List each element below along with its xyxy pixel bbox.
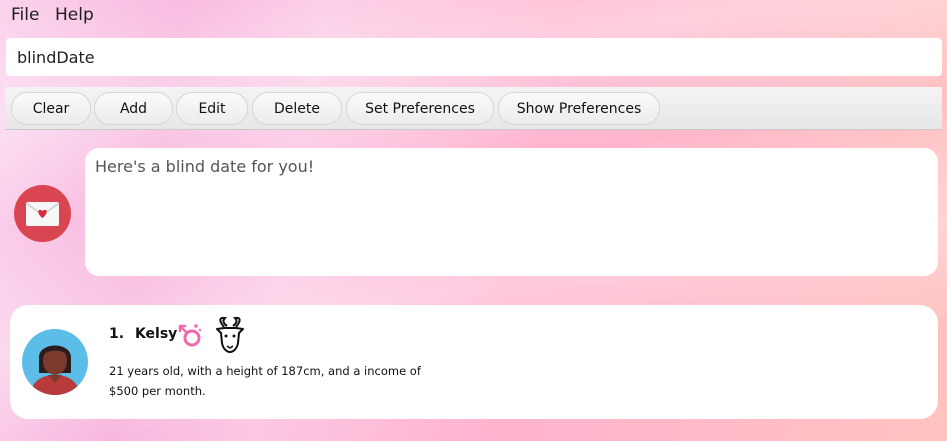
show-preferences-button[interactable]: Show Preferences (498, 92, 660, 125)
response-display: Here's a blind date for you! (85, 148, 938, 276)
person-name: Kelsy (134, 326, 178, 342)
command-input[interactable]: blindDate (6, 38, 942, 76)
person-name-row: 1. Kelsy (109, 326, 177, 342)
delete-button[interactable]: Delete (252, 92, 342, 125)
person-description: 21 years old, with a height of 187cm, an… (109, 364, 421, 398)
menu-help[interactable]: Help (55, 5, 94, 25)
person-index: 1. (109, 326, 125, 342)
person-card[interactable]: 1. Kelsy 21 years old, with a height of … (10, 305, 938, 419)
capricorn-goat-icon (216, 316, 244, 353)
edit-button[interactable]: Edit (176, 92, 248, 125)
clear-button[interactable]: Clear (11, 92, 91, 125)
menu-file[interactable]: File (11, 5, 39, 25)
love-letter-icon (25, 202, 60, 226)
add-button[interactable]: Add (94, 92, 173, 125)
toolbar: Clear Add Edit Delete Set Preferences Sh… (5, 87, 942, 130)
set-preferences-button[interactable]: Set Preferences (346, 92, 494, 125)
menu-bar: File Help (0, 0, 947, 30)
bot-avatar (14, 185, 71, 242)
avatar (22, 329, 88, 395)
female-gender-icon (178, 324, 202, 347)
